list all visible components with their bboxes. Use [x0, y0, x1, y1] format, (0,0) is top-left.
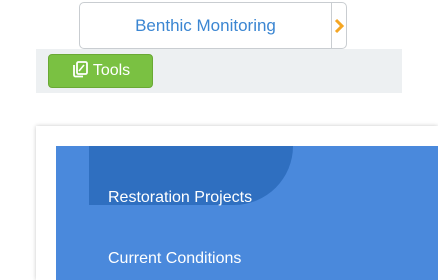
menu-item-restoration-projects[interactable]: Restoration Projects	[108, 189, 252, 207]
menu-panel: Restoration Projects Current Conditions	[36, 126, 438, 280]
toolbar: Tools	[36, 49, 402, 93]
copy-icon	[71, 60, 89, 83]
breadcrumb-divider	[331, 3, 332, 48]
breadcrumb-title[interactable]: Benthic Monitoring	[80, 3, 331, 48]
project-menu: Restoration Projects Current Conditions	[56, 146, 438, 280]
chevron-right-icon[interactable]	[333, 3, 346, 48]
menu-item-current-conditions[interactable]: Current Conditions	[108, 250, 241, 268]
tools-label: Tools	[92, 62, 131, 79]
breadcrumb-box[interactable]: Benthic Monitoring	[79, 2, 347, 49]
tools-button[interactable]: Tools	[48, 54, 153, 88]
